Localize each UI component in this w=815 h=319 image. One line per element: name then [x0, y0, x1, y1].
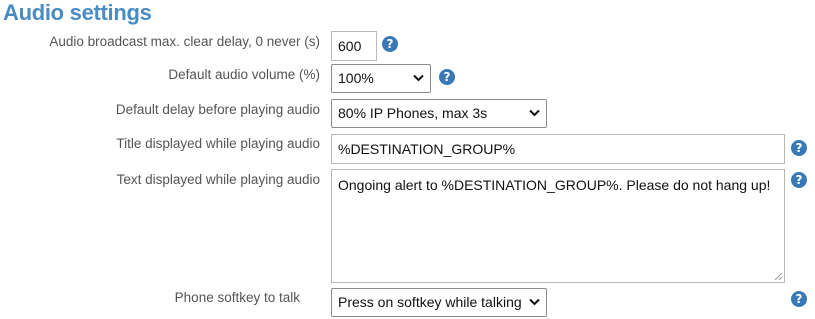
max-clear-delay-input[interactable]: 600	[331, 31, 377, 61]
softkey-select[interactable]: Press on softkey while talking	[331, 288, 547, 317]
help-icon[interactable]: ?	[439, 69, 455, 85]
section-title: Audio settings	[3, 0, 152, 25]
title-displayed-label: Title displayed while playing audio	[116, 136, 320, 151]
help-icon[interactable]: ?	[382, 36, 398, 52]
help-icon[interactable]: ?	[791, 291, 807, 307]
default-delay-value: 80% IP Phones, max 3s	[338, 105, 488, 121]
default-volume-select[interactable]: 100%	[331, 64, 431, 93]
softkey-label: Phone softkey to talk	[174, 290, 300, 305]
text-displayed-textarea[interactable]: Ongoing alert to %DESTINATION_GROUP%. Pl…	[331, 169, 785, 283]
text-displayed-label: Text displayed while playing audio	[116, 172, 320, 187]
default-delay-select[interactable]: 80% IP Phones, max 3s	[331, 99, 547, 128]
resize-grip-icon[interactable]	[774, 272, 783, 281]
help-icon[interactable]: ?	[791, 172, 807, 188]
chevron-down-icon	[529, 298, 540, 306]
default-delay-label: Default delay before playing audio	[115, 102, 320, 117]
softkey-value: Press on softkey while talking	[338, 294, 522, 310]
default-volume-label: Default audio volume (%)	[168, 67, 320, 82]
text-displayed-value: Ongoing alert to %DESTINATION_GROUP%. Pl…	[338, 177, 771, 193]
chevron-down-icon	[529, 109, 540, 117]
help-icon[interactable]: ?	[791, 140, 807, 156]
chevron-down-icon	[413, 74, 424, 82]
title-displayed-input[interactable]: %DESTINATION_GROUP%	[331, 134, 785, 164]
default-volume-value: 100%	[338, 70, 374, 86]
max-clear-delay-label: Audio broadcast max. clear delay, 0 neve…	[49, 34, 320, 49]
